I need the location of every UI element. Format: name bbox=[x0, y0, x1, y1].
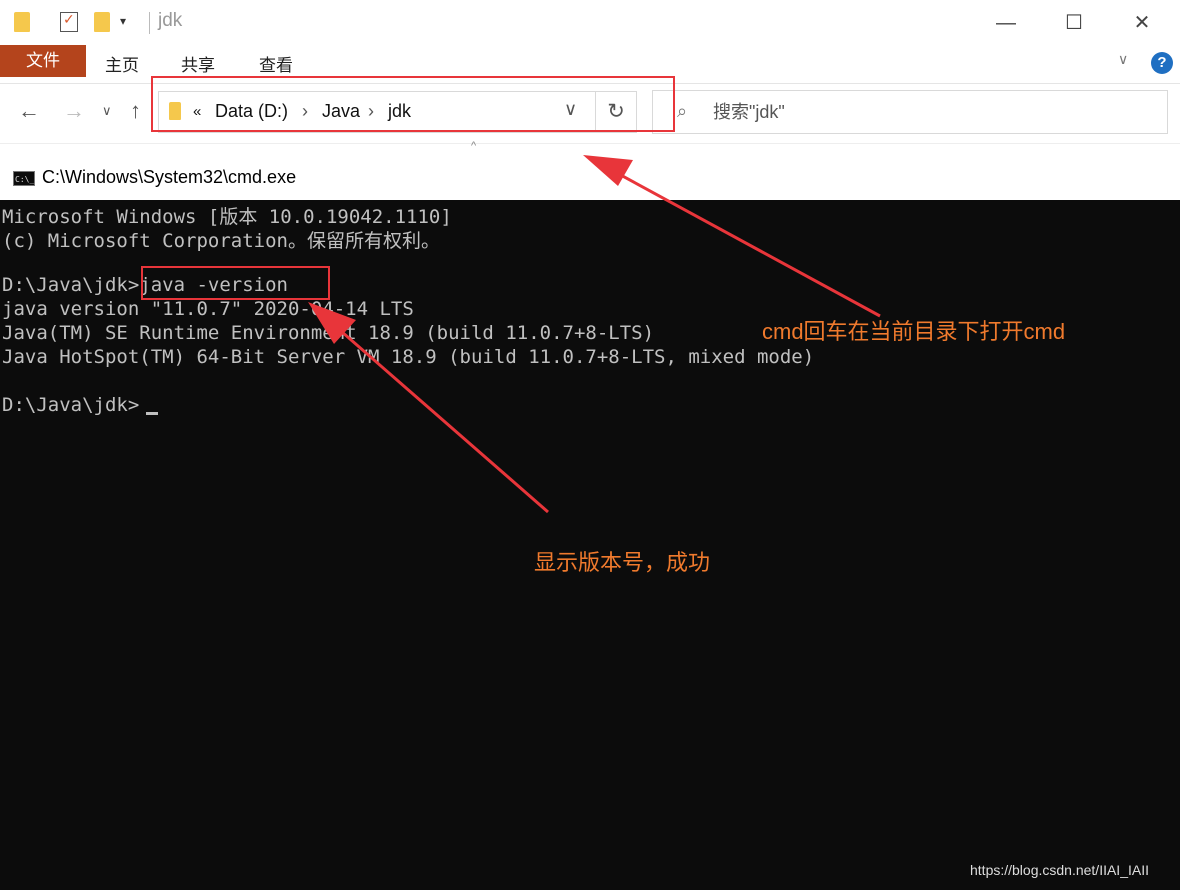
text-cursor bbox=[146, 412, 158, 415]
address-annotation: cmd回车在当前目录下打开cmd bbox=[762, 319, 1066, 344]
maximize-button[interactable]: ☐ bbox=[1046, 4, 1102, 42]
tab-share[interactable]: 共享 bbox=[181, 51, 215, 76]
close-button[interactable]: ✕ bbox=[1114, 4, 1170, 42]
folder-icon bbox=[14, 12, 30, 32]
expand-ribbon-icon[interactable]: ∨ bbox=[1118, 51, 1128, 68]
tab-view[interactable]: 查看 bbox=[259, 51, 293, 76]
console-line: Java HotSpot(TM) 64-Bit Server VM 18.9 (… bbox=[2, 346, 815, 368]
console-line: java version "11.0.7" 2020-04-14 LTS bbox=[2, 298, 414, 320]
window-title: jdk bbox=[158, 10, 183, 31]
version-annotation: 显示版本号，成功 bbox=[534, 550, 711, 575]
properties-icon[interactable] bbox=[60, 11, 78, 32]
sort-caret-icon: ^ bbox=[471, 140, 477, 152]
console-line: Java(TM) SE Runtime Environment 18.9 (bu… bbox=[2, 322, 655, 344]
address-bar-highlight bbox=[151, 76, 675, 132]
title-divider bbox=[149, 12, 150, 34]
up-button[interactable]: ↑ bbox=[130, 98, 141, 124]
search-box: ⌕ bbox=[652, 90, 1168, 134]
watermark: https://blog.csdn.net/IIAI_IAII bbox=[970, 862, 1149, 878]
console-line: Microsoft Windows [版本 10.0.19042.1110] bbox=[2, 206, 452, 228]
tab-file[interactable]: 文件 bbox=[0, 45, 86, 77]
quick-access-dropdown-icon[interactable]: ▾ bbox=[120, 14, 126, 28]
tab-home[interactable]: 主页 bbox=[105, 51, 139, 76]
console-line: D:\Java\jdk> bbox=[2, 394, 140, 416]
search-icon: ⌕ bbox=[677, 101, 688, 121]
recent-locations-icon[interactable]: ∨ bbox=[102, 103, 112, 119]
console-line: (c) Microsoft Corporation。保留所有权利。 bbox=[2, 230, 440, 252]
forward-button[interactable]: → bbox=[63, 98, 85, 124]
new-folder-icon[interactable] bbox=[94, 12, 110, 32]
minimize-button[interactable]: — bbox=[978, 4, 1034, 42]
cmd-window-title: C:\Windows\System32\cmd.exe bbox=[42, 167, 297, 187]
explorer-titlebar: ▾ jdk — ☐ ✕ bbox=[0, 0, 1180, 45]
back-button[interactable]: ← bbox=[18, 98, 40, 124]
command-highlight bbox=[141, 266, 330, 300]
cmd-app-icon: C:\_ bbox=[13, 171, 35, 186]
search-input[interactable] bbox=[711, 97, 1155, 127]
cmd-titlebar: C:\_ C:\Windows\System32\cmd.exe bbox=[0, 155, 1180, 200]
help-icon[interactable]: ? bbox=[1151, 52, 1173, 74]
